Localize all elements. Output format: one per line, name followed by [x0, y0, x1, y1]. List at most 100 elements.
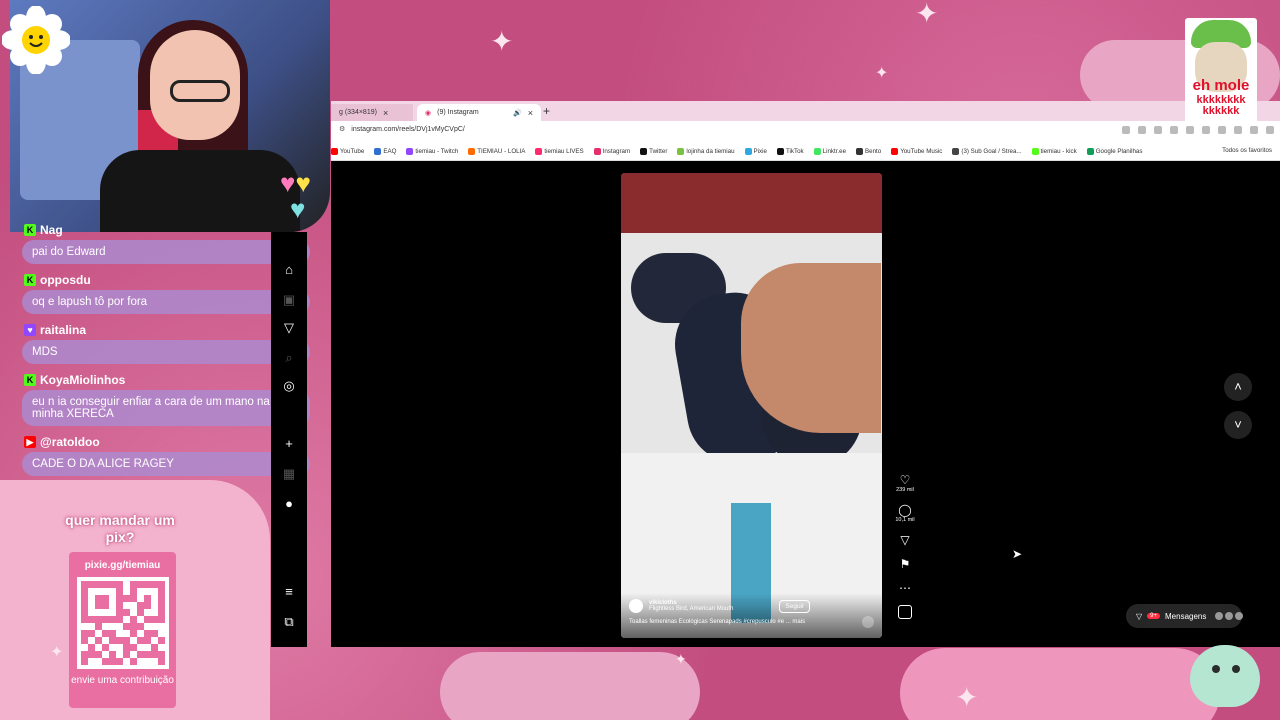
extension-icon[interactable] [1234, 126, 1242, 134]
browser-tab-active[interactable]: ◉ (9) Instagram 🔊 × [417, 104, 541, 121]
bookmark-item[interactable]: Linktr.ee [813, 148, 846, 155]
bookmark-item[interactable]: Twitter [640, 148, 667, 155]
menu-icon[interactable]: ≡ [281, 584, 297, 600]
direct-icon: ▽ [1136, 611, 1143, 621]
star-decoration: ✦ [875, 65, 889, 82]
chat-username: Nag [40, 223, 63, 237]
bookmark-item[interactable]: YouTube Music [891, 148, 942, 155]
close-tab-icon[interactable]: × [528, 108, 533, 118]
mute-icon[interactable] [862, 616, 874, 628]
pix-url: pixie.gg/tiemiau [84, 560, 161, 571]
url-text[interactable]: instagram.com/reels/DVj1vMyCVpC/ [351, 126, 465, 133]
bookmark-label: Pixie [753, 148, 767, 155]
extension-icon[interactable] [1170, 126, 1178, 134]
reel-author-avatar[interactable] [629, 599, 643, 613]
chat-text: pai do Edward [22, 240, 310, 265]
direct-icon[interactable]: ▽ [281, 320, 297, 336]
chevron-down-icon[interactable]: ˅ [1224, 411, 1252, 439]
reel-info: vikicloths Flightless Bird, American Mou… [621, 593, 882, 638]
messages-button[interactable]: ▽ 9+ Mensagens [1126, 604, 1244, 628]
save-icon[interactable]: ⚑ [893, 557, 917, 571]
bookmark-label: Instagram [602, 148, 631, 155]
messages-label: Mensagens [1165, 611, 1207, 621]
bookmark-favicon-icon [856, 148, 864, 155]
extension-icon[interactable] [1186, 126, 1194, 134]
bookmark-item[interactable]: tiemiau - Twitch [406, 148, 458, 155]
kebab-menu-icon[interactable] [1266, 126, 1274, 134]
bookmark-label: (3) Sub Goal / Strea... [961, 148, 1022, 155]
search-icon[interactable]: ⌕ [281, 350, 297, 366]
flower-icon [2, 6, 70, 74]
audio-thumbnail[interactable] [898, 605, 912, 619]
all-favorites[interactable]: Todos os favoritos [1222, 147, 1272, 154]
bookmark-favicon-icon [1086, 148, 1094, 155]
bookmark-favicon-icon [593, 148, 601, 155]
home-icon[interactable]: ⌂ [281, 262, 297, 278]
bookmark-item[interactable]: YouTube [331, 148, 364, 155]
bookmark-item[interactable]: TikTok [776, 148, 804, 155]
speaker-icon[interactable]: 🔊 [513, 109, 522, 117]
instagram-reels-page: vikicloths Flightless Bird, American Mou… [331, 161, 1280, 647]
bookmark-item[interactable]: EAQ [374, 148, 396, 155]
bookmarks-bar: YouTube EAQ tiemiau - Twitch TIEMIAU - LOLI… [331, 143, 1280, 161]
site-info-icon[interactable]: ⚙ [339, 125, 345, 133]
like-icon[interactable]: ♡ [893, 473, 917, 487]
dashboard-icon[interactable]: ▦ [281, 466, 297, 482]
hearts-icon: ♥♥ ♥ [280, 168, 311, 224]
extension-icon[interactable] [1202, 126, 1210, 134]
bookmark-item[interactable]: TIEMIAU - LOLIA [468, 148, 525, 155]
twitch-icon: ♥ [24, 324, 36, 337]
reels-icon[interactable]: ▣ [281, 292, 297, 308]
extension-icon[interactable] [1154, 126, 1162, 134]
explore-icon[interactable]: ◎ [281, 378, 297, 394]
cloud-decoration [440, 652, 700, 720]
bookmark-item[interactable]: (3) Sub Goal / Strea... [952, 148, 1022, 155]
address-bar[interactable]: ⚙ instagram.com/reels/DVj1vMyCVpC/ [331, 121, 1280, 143]
reel-audio[interactable]: Flightless Bird, American Mouth [649, 606, 733, 612]
bookmark-favicon-icon [952, 148, 960, 155]
mascot-sticker [1190, 645, 1260, 707]
reel-caption[interactable]: Toallas femeninas Ecológicas Serenapads … [629, 619, 874, 625]
follow-button[interactable]: Seguir [779, 599, 811, 613]
bookmark-item[interactable]: Google Planilhas [1086, 148, 1142, 155]
pix-footer: envie uma contribuição [71, 675, 174, 686]
close-tab-icon[interactable]: × [383, 108, 388, 118]
chevron-up-icon[interactable]: ˄ [1224, 373, 1252, 401]
cloud-decoration [900, 648, 1220, 720]
mouse-cursor-icon: ➤ [1012, 547, 1023, 561]
bookmark-item[interactable]: tiemiau LIVES [535, 148, 584, 155]
star-decoration: ✦ [50, 644, 64, 661]
bookmark-favicon-icon [776, 148, 784, 155]
bookmark-label: tiemiau LIVES [544, 148, 584, 155]
bookmark-item[interactable]: lojinha da tiemiau [677, 148, 735, 155]
profile-icon[interactable] [1250, 126, 1258, 134]
create-icon[interactable]: + [281, 436, 297, 452]
kick-icon: K [24, 274, 36, 287]
browser-tab[interactable]: g (334×819) × [331, 104, 413, 121]
comment-count: 10,1 mil [895, 517, 915, 523]
bookmark-label: TikTok [785, 148, 804, 155]
reel-video[interactable]: vikicloths Flightless Bird, American Mou… [621, 173, 882, 638]
chat-text: eu n ia conseguir enfiar a cara de um ma… [22, 390, 310, 427]
star-decoration: ✦ [675, 651, 687, 667]
threads-icon[interactable]: ⧉ [281, 614, 297, 630]
bookmark-item[interactable]: Bento [856, 148, 881, 155]
mascot-eye [1232, 665, 1240, 673]
bookmark-star-icon[interactable] [1138, 126, 1146, 134]
profile-avatar[interactable]: ● [281, 496, 297, 512]
comment-icon[interactable]: ◯ [893, 503, 917, 517]
bookmark-favicon-icon [813, 148, 821, 155]
more-icon[interactable]: ⋯ [893, 581, 917, 595]
messages-badge: 9+ [1147, 613, 1160, 619]
reel-actions: ♡ 239 mil ◯ 10,1 mil ▽ ⚑ ⋯ [893, 473, 917, 619]
mascot-eye [1212, 665, 1220, 673]
bookmark-item[interactable]: Pixie [744, 148, 767, 155]
extension-icon[interactable] [1122, 126, 1130, 134]
share-icon[interactable]: ▽ [893, 533, 917, 547]
star-decoration: ✦ [490, 26, 514, 57]
chat-username: @ratoldoo [40, 435, 100, 450]
download-icon[interactable] [1218, 126, 1226, 134]
new-tab-button[interactable]: + [543, 104, 550, 118]
bookmark-item[interactable]: Instagram [593, 148, 631, 155]
bookmark-item[interactable]: tiemiau - kick [1031, 148, 1077, 155]
